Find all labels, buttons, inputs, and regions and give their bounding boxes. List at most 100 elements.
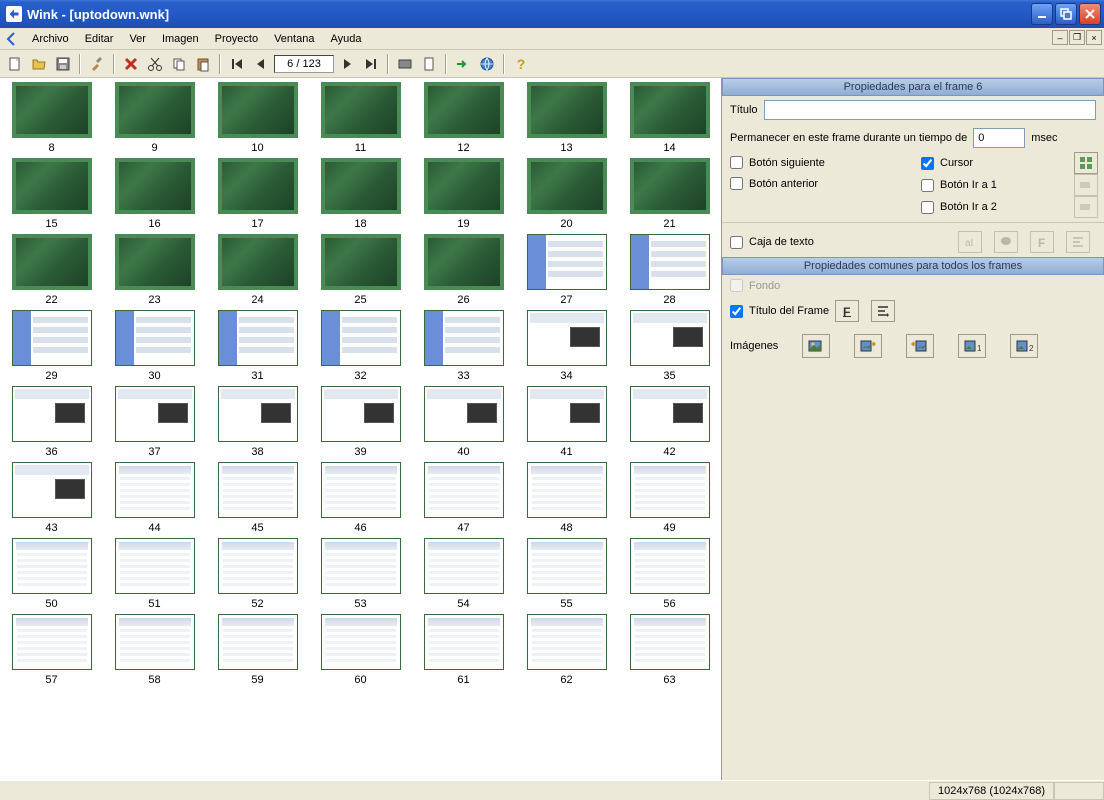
thumbnail-frame[interactable]: 51 — [105, 538, 204, 610]
menu-imagen[interactable]: Imagen — [154, 30, 207, 48]
first-frame-button[interactable] — [226, 53, 248, 75]
thumbnail-frame[interactable]: 13 — [517, 82, 616, 154]
copy-button[interactable] — [168, 53, 190, 75]
thumbnail-frame[interactable]: 14 — [620, 82, 719, 154]
mdi-minimize-button[interactable]: – — [1052, 30, 1068, 45]
render-button[interactable] — [394, 53, 416, 75]
minimize-button[interactable] — [1031, 3, 1053, 25]
thumbnail-frame[interactable]: 55 — [517, 538, 616, 610]
thumbnail-frame[interactable]: 35 — [620, 310, 719, 382]
frame-title-font-button[interactable]: F — [835, 300, 859, 322]
goto1-edit-button[interactable] — [1074, 174, 1098, 196]
thumbnail-frame[interactable]: 45 — [208, 462, 307, 534]
image-btn-3[interactable] — [906, 334, 934, 358]
frame-counter[interactable]: 6 / 123 — [274, 55, 334, 73]
thumbnail-frame[interactable]: 39 — [311, 386, 410, 458]
save-button[interactable] — [52, 53, 74, 75]
title-input[interactable] — [764, 100, 1096, 120]
menu-ayuda[interactable]: Ayuda — [322, 30, 369, 48]
thumbnail-frame[interactable]: 16 — [105, 158, 204, 230]
thumbnail-frame[interactable]: 12 — [414, 82, 513, 154]
thumbnail-frame[interactable]: 59 — [208, 614, 307, 686]
thumbnail-frame[interactable]: 38 — [208, 386, 307, 458]
thumbnail-frame[interactable]: 37 — [105, 386, 204, 458]
thumbnail-frame[interactable]: 18 — [311, 158, 410, 230]
thumbnail-frame[interactable]: 26 — [414, 234, 513, 306]
frame-title-align-button[interactable] — [871, 300, 895, 322]
open-button[interactable] — [28, 53, 50, 75]
thumbnail-frame[interactable]: 15 — [2, 158, 101, 230]
thumbnail-frame[interactable]: 41 — [517, 386, 616, 458]
close-button[interactable] — [1079, 3, 1101, 25]
thumbnail-frame[interactable]: 25 — [311, 234, 410, 306]
goto2-edit-button[interactable] — [1074, 196, 1098, 218]
menu-proyecto[interactable]: Proyecto — [207, 30, 266, 48]
thumbnail-pane[interactable]: 8910111213141516171819202122232425262728… — [0, 78, 722, 780]
frame-title-checkbox[interactable] — [730, 305, 743, 318]
thumbnail-frame[interactable]: 28 — [620, 234, 719, 306]
thumbnail-frame[interactable]: 11 — [311, 82, 410, 154]
paste-button[interactable] — [192, 53, 214, 75]
render-page-button[interactable] — [418, 53, 440, 75]
delete-button[interactable] — [120, 53, 142, 75]
thumbnail-frame[interactable]: 32 — [311, 310, 410, 382]
thumbnail-frame[interactable]: 36 — [2, 386, 101, 458]
textbox-checkbox[interactable] — [730, 236, 743, 249]
goto2-checkbox[interactable] — [921, 201, 934, 214]
thumbnail-frame[interactable]: 49 — [620, 462, 719, 534]
thumbnail-frame[interactable]: 54 — [414, 538, 513, 610]
menu-ventana[interactable]: Ventana — [266, 30, 322, 48]
thumbnail-frame[interactable]: 48 — [517, 462, 616, 534]
thumbnail-frame[interactable]: 52 — [208, 538, 307, 610]
thumbnail-frame[interactable]: 50 — [2, 538, 101, 610]
last-frame-button[interactable] — [360, 53, 382, 75]
image-btn-2[interactable] — [854, 334, 882, 358]
next-frame-button[interactable] — [336, 53, 358, 75]
cursor-checkbox[interactable] — [921, 157, 934, 170]
prev-frame-button[interactable] — [250, 53, 272, 75]
menu-editar[interactable]: Editar — [77, 30, 122, 48]
thumbnail-frame[interactable]: 46 — [311, 462, 410, 534]
export-button[interactable] — [452, 53, 474, 75]
thumbnail-frame[interactable]: 31 — [208, 310, 307, 382]
thumbnail-frame[interactable]: 19 — [414, 158, 513, 230]
mdi-close-button[interactable]: × — [1086, 30, 1102, 45]
thumbnail-frame[interactable]: 44 — [105, 462, 204, 534]
thumbnail-frame[interactable]: 22 — [2, 234, 101, 306]
textbox-align-button[interactable] — [1066, 231, 1090, 253]
thumbnail-frame[interactable]: 56 — [620, 538, 719, 610]
textbox-font-button[interactable]: aI — [958, 231, 982, 253]
thumbnail-frame[interactable]: 58 — [105, 614, 204, 686]
thumbnail-frame[interactable]: 24 — [208, 234, 307, 306]
menu-archivo[interactable]: Archivo — [24, 30, 77, 48]
textbox-bold-button[interactable]: F — [1030, 231, 1054, 253]
new-button[interactable] — [4, 53, 26, 75]
thumbnail-frame[interactable]: 60 — [311, 614, 410, 686]
thumbnail-frame[interactable]: 10 — [208, 82, 307, 154]
thumbnail-frame[interactable]: 20 — [517, 158, 616, 230]
thumbnail-frame[interactable]: 62 — [517, 614, 616, 686]
thumbnail-frame[interactable]: 27 — [517, 234, 616, 306]
goto1-checkbox[interactable] — [921, 179, 934, 192]
web-button[interactable] — [476, 53, 498, 75]
image-btn-4[interactable]: 1 — [958, 334, 986, 358]
help-button[interactable]: ? — [510, 53, 532, 75]
thumbnail-frame[interactable]: 30 — [105, 310, 204, 382]
thumbnail-frame[interactable]: 63 — [620, 614, 719, 686]
prev-button-checkbox[interactable] — [730, 177, 743, 190]
thumbnail-frame[interactable]: 42 — [620, 386, 719, 458]
thumbnail-frame[interactable]: 33 — [414, 310, 513, 382]
stay-input[interactable] — [973, 128, 1025, 148]
thumbnail-frame[interactable]: 23 — [105, 234, 204, 306]
thumbnail-frame[interactable]: 29 — [2, 310, 101, 382]
cursor-edit-button[interactable] — [1074, 152, 1098, 174]
menu-ver[interactable]: Ver — [121, 30, 154, 48]
thumbnail-frame[interactable]: 40 — [414, 386, 513, 458]
thumbnail-frame[interactable]: 61 — [414, 614, 513, 686]
image-btn-1[interactable] — [802, 334, 830, 358]
thumbnail-frame[interactable]: 57 — [2, 614, 101, 686]
thumbnail-frame[interactable]: 53 — [311, 538, 410, 610]
next-button-checkbox[interactable] — [730, 156, 743, 169]
properties-button[interactable] — [86, 53, 108, 75]
thumbnail-frame[interactable]: 8 — [2, 82, 101, 154]
